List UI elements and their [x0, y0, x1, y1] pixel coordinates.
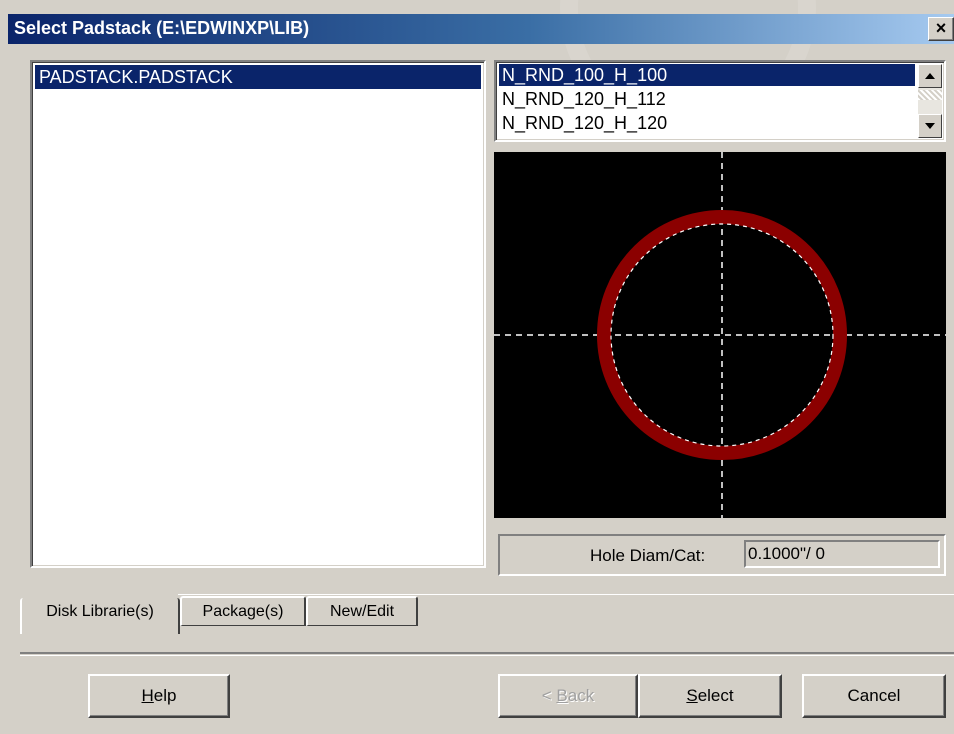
title-bar[interactable]: Select Padstack (E:\EDWINXP\LIB) ×	[8, 14, 954, 44]
scroll-down-button[interactable]	[918, 114, 942, 138]
select-button[interactable]: Select	[638, 674, 782, 718]
help-button[interactable]: Help	[88, 674, 230, 718]
help-mnemonic: H	[141, 686, 154, 705]
select-label: elect	[697, 686, 734, 705]
back-button[interactable]: < Back	[498, 674, 638, 718]
arrow-up-icon	[925, 73, 935, 79]
padstack-scrollbar[interactable]	[918, 64, 942, 138]
padstack-list[interactable]: N_RND_100_H_100 N_RND_120_H_112 N_RND_12…	[494, 60, 946, 142]
pad-preview-graphic	[494, 152, 946, 518]
window-title: Select Padstack (E:\EDWINXP\LIB)	[14, 18, 310, 38]
tab-disk-libraries[interactable]: Disk Librarie(s)	[20, 598, 180, 634]
tab-new-edit[interactable]: New/Edit	[306, 596, 418, 626]
scroll-thumb[interactable]	[918, 90, 942, 100]
help-label: elp	[153, 686, 177, 705]
scroll-up-button[interactable]	[918, 64, 942, 88]
hole-outline	[610, 223, 834, 447]
back-prefix: <	[541, 686, 557, 705]
back-label: ack	[567, 686, 595, 705]
arrow-down-icon	[925, 123, 935, 129]
list-item[interactable]: N_RND_100_H_100	[499, 64, 915, 86]
padstack-preview	[494, 152, 946, 518]
tab-packages[interactable]: Package(s)	[180, 596, 306, 626]
list-item[interactable]: N_RND_120_H_120	[499, 112, 915, 134]
hole-diam-label: Hole Diam/Cat:	[590, 546, 706, 565]
list-item[interactable]: PADSTACK.PADSTACK	[35, 65, 481, 89]
separator	[20, 652, 954, 656]
hole-diam-field: 0.1000"/ 0	[744, 540, 940, 568]
library-list[interactable]: PADSTACK.PADSTACK	[30, 60, 486, 568]
close-icon: ×	[935, 18, 947, 38]
close-button[interactable]: ×	[928, 17, 954, 41]
select-mnemonic: S	[686, 686, 698, 705]
hole-info-panel: Hole Diam/Cat: 0.1000"/ 0	[498, 534, 946, 576]
cancel-button[interactable]: Cancel	[802, 674, 946, 718]
back-mnemonic: B	[556, 686, 568, 705]
list-item[interactable]: N_RND_120_H_112	[499, 88, 915, 110]
